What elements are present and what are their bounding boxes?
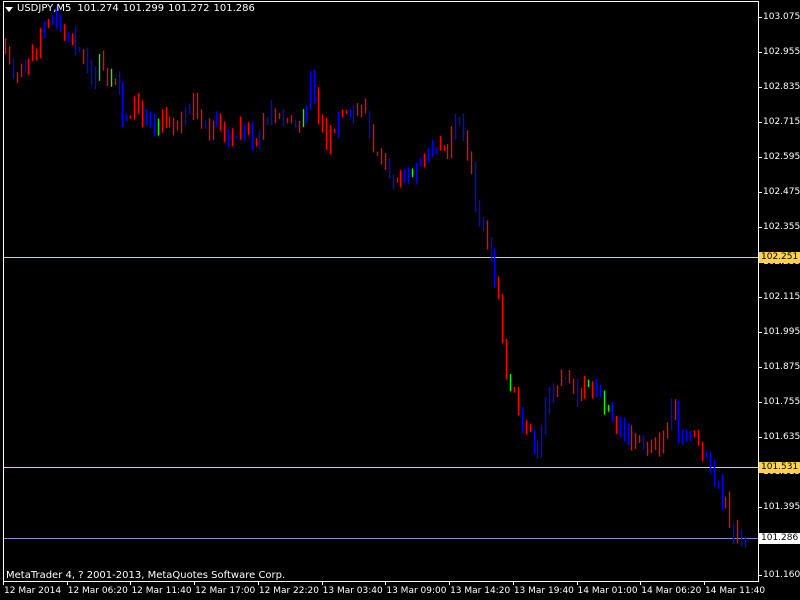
level-price-label: 101.531 [759,462,800,474]
level-price-label: 102.251 [759,252,800,264]
time-tick-label: 13 Mar 14:20 [450,586,511,596]
quote-close: 101.286 [213,3,255,14]
time-tick-label: 13 Mar 09:00 [386,586,447,596]
price-tick-label: 102.475 [763,186,800,197]
price-tick-label: 103.075 [763,12,800,23]
symbol-label: USDJPY,M5 [17,3,72,14]
price-tick-label: 101.635 [763,431,800,442]
price-tick-label: 102.835 [763,81,800,92]
copyright-text: MetaTrader 4, ? 2001-2013, MetaQuotes So… [6,570,286,581]
time-tick-label: 13 Mar 03:40 [322,586,383,596]
quote-high: 101.299 [122,3,165,14]
time-tick-label: 12 Mar 11:40 [131,586,192,596]
price-tick-label: 102.715 [763,116,800,127]
time-tick-label: 12 Mar 06:20 [67,586,128,596]
chart-window: USDJPY,M5 101.274 101.299 101.272 101.28… [0,0,800,600]
time-tick-label: 13 Mar 19:40 [513,586,574,596]
chart-frame [3,1,759,582]
price-tick-label: 101.875 [763,361,800,372]
chart-menu-arrow-icon[interactable] [5,6,13,12]
price-tick-label: 101.160 [763,570,800,581]
time-tick-label: 14 Mar 06:20 [641,586,702,596]
time-tick-label: 14 Mar 11:40 [705,586,766,596]
price-tick-label: 102.595 [763,151,800,162]
price-tick-label: 101.395 [763,501,800,512]
chart-header: USDJPY,M5 101.274 101.299 101.272 101.28… [5,3,259,15]
price-tick-label: 101.995 [763,326,800,337]
price-tick-label: 102.955 [763,47,800,57]
price-tick-label: 102.355 [763,221,800,232]
chart-canvas [3,1,762,585]
time-tick-label: 12 Mar 2014 [4,586,62,596]
quote-open: 101.274 [77,3,119,14]
price-tick-label: 101.755 [763,396,800,407]
price-tick-label: 102.115 [763,291,800,302]
time-tick-label: 14 Mar 01:00 [577,586,638,596]
time-tick-label: 12 Mar 17:00 [195,586,256,596]
time-tick-label: 12 Mar 22:20 [258,586,319,596]
bid-price-label: 101.286 [759,533,800,545]
quote-low: 101.272 [168,3,210,14]
